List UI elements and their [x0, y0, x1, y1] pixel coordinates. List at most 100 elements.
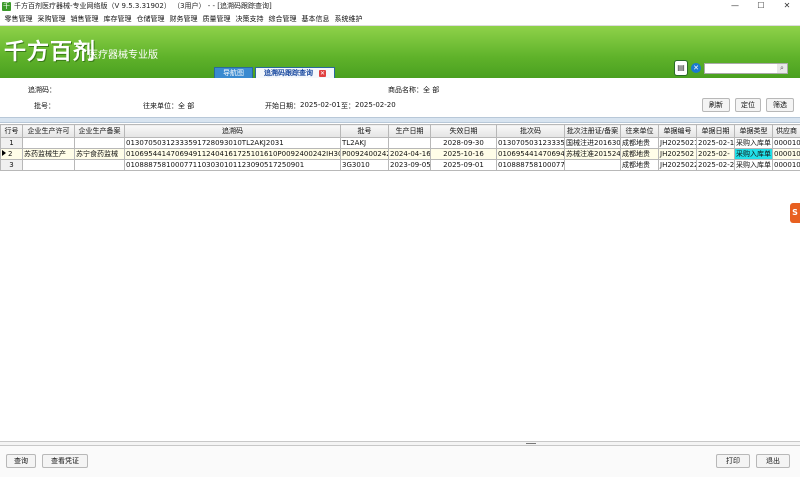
col-header-doc-date[interactable]: 单据日期 — [696, 124, 735, 138]
menu-decision[interactable]: 决策支持 — [233, 12, 266, 26]
cell-row-no: 2 — [0, 148, 23, 160]
cell-doc-no: JH2025022 — [658, 159, 697, 171]
col-header-registration[interactable]: 批次注册证/备案 — [564, 124, 621, 138]
cell-row-no: 3 — [0, 159, 23, 171]
col-header-supplier[interactable]: 供应商 — [772, 124, 800, 138]
query-button[interactable]: 查询 — [6, 454, 36, 468]
search-input[interactable] — [705, 63, 777, 73]
brand-logo: 千方百剂 — [4, 39, 97, 65]
start-date-label: 开始日期： — [265, 102, 300, 110]
menu-retail[interactable]: 零售管理 — [2, 12, 35, 26]
col-header-production-license[interactable]: 企业生产许可 — [22, 124, 75, 138]
side-float-badge[interactable]: S — [790, 203, 800, 223]
clear-icon[interactable]: ✕ — [691, 63, 701, 73]
cell-supplier: 0000100 — [772, 159, 800, 171]
cell-batch-code: 0106954414706949 — [496, 148, 565, 160]
cell-trace-code: 01307050312333591728093010TL2AKJ2031 — [124, 137, 341, 149]
col-header-row-no[interactable]: 行号 — [0, 124, 23, 138]
cell-registration: 苏械注准2015240 — [564, 148, 621, 160]
menu-warehouse[interactable]: 仓储管理 — [134, 12, 167, 26]
tab-trace-code-query[interactable]: 追溯码跟踪查询 ✕ — [255, 67, 335, 78]
menu-sales[interactable]: 销售管理 — [68, 12, 101, 26]
table-row[interactable]: 1 01307050312333591728093010TL2AKJ2031 T… — [0, 137, 800, 149]
cell-doc-date: 2025-02- — [696, 148, 735, 160]
cell-production-record: 苏宁食药监械 — [74, 148, 125, 160]
cell-doc-date: 2025-02-20 — [696, 159, 735, 171]
search-icon[interactable]: ⌕ — [777, 63, 787, 73]
cell-doc-no: JH202502 — [658, 148, 697, 160]
menu-basic-info[interactable]: 基本信息 — [299, 12, 332, 26]
cell-expiry-date: 2025-10-16 — [430, 148, 497, 160]
locate-button[interactable]: 定位 — [735, 98, 761, 112]
menu-integrated[interactable]: 综合管理 — [266, 12, 299, 26]
close-tab-icon[interactable]: ✕ — [319, 69, 326, 77]
cell-batch: 3G3010 — [340, 159, 389, 171]
table-row-selected[interactable]: 2 苏药监械生产 苏宁食药监械 010695441470694911240416… — [0, 148, 800, 160]
start-date-value[interactable]: 2025-02-01 — [300, 101, 341, 109]
menu-finance[interactable]: 财务管理 — [167, 12, 200, 26]
filter-panel: 追溯码： 商品名称： 全 部 批号： 往来单位： 全 部 开始日期： 2025-… — [0, 80, 800, 117]
col-header-doc-type[interactable]: 单据类型 — [734, 124, 773, 138]
current-row-arrow-icon — [2, 150, 6, 156]
document-icon[interactable]: ▤ — [674, 60, 688, 76]
footer-toolbar: 查询 查看凭证 打印 退出 — [0, 446, 800, 477]
partner-value[interactable]: 全 部 — [178, 101, 194, 111]
col-header-expiry-date[interactable]: 失效日期 — [430, 124, 497, 138]
view-voucher-button[interactable]: 查看凭证 — [42, 454, 88, 468]
tab-navigation-map[interactable]: 导航图 — [214, 67, 253, 78]
col-header-batch-code[interactable]: 批次码 — [496, 124, 565, 138]
cell-doc-no: JH20250219 — [658, 137, 697, 149]
refresh-button[interactable]: 刷新 — [702, 98, 730, 112]
end-date-value[interactable]: 2025-02-20 — [355, 101, 396, 109]
splitter-grip-icon[interactable] — [526, 443, 536, 445]
filter-button[interactable]: 筛选 — [766, 98, 794, 112]
table-row[interactable]: 3 01088875810007711030301011230905172509… — [0, 159, 800, 171]
grid-header-row: 行号 企业生产许可 企业生产备案 追溯码 批号 生产日期 失效日期 批次码 批次… — [0, 124, 800, 138]
col-header-doc-no[interactable]: 单据编号 — [658, 124, 697, 138]
cell-production-license: 苏药监械生产 — [22, 148, 75, 160]
tab-strip: 导航图 追溯码跟踪查询 ✕ — [214, 67, 337, 78]
product-subtitle: 医疗器械专业版 — [88, 50, 158, 61]
minimize-button[interactable]: — — [722, 0, 748, 12]
cell-supplier: 0000100 — [772, 137, 800, 149]
cell-registration — [564, 159, 621, 171]
menu-inventory[interactable]: 库存管理 — [101, 12, 134, 26]
banner-tools: ▤ ✕ ⌕ — [674, 60, 788, 76]
col-header-production-record[interactable]: 企业生产备案 — [74, 124, 125, 138]
window-title: 千方百剂医疗器械-专业网络版（V 9.5.3.31902） （3用户） - - … — [14, 2, 272, 10]
col-header-batch[interactable]: 批号 — [340, 124, 389, 138]
col-header-trace-code[interactable]: 追溯码 — [124, 124, 341, 138]
banner: 千方百剂 医疗器械专业版 导航图 追溯码跟踪查询 ✕ ▤ ✕ ⌕ — [0, 26, 800, 78]
cell-production-record — [74, 137, 125, 149]
product-name-value[interactable]: 全 部 — [423, 85, 439, 95]
close-window-button[interactable]: ✕ — [774, 0, 800, 12]
cell-batch-code: 0130705031233359 1 — [496, 137, 565, 149]
cell-expiry-date: 2025-09-01 — [430, 159, 497, 171]
product-name-label: 商品名称： — [388, 86, 423, 94]
print-button[interactable]: 打印 — [716, 454, 750, 468]
cell-production-license — [22, 159, 75, 171]
menu-system[interactable]: 系统维护 — [332, 12, 365, 26]
to-label: 至： — [341, 102, 355, 110]
partner-label: 往来单位： — [143, 102, 178, 110]
cell-doc-type: 采购入库单 — [734, 137, 773, 149]
cell-doc-type-highlighted[interactable]: 采购入库单 — [734, 148, 773, 160]
cell-partner: 成都地贵 — [620, 159, 659, 171]
panel-splitter[interactable] — [0, 117, 800, 123]
menu-quality[interactable]: 质量管理 — [200, 12, 233, 26]
maximize-button[interactable]: ☐ — [748, 0, 774, 12]
batch-code-text: 0130705031233359 — [498, 139, 565, 147]
cell-production-date — [388, 137, 431, 149]
search-box: ⌕ — [704, 62, 788, 74]
cell-production-date: 2023-09-05 — [388, 159, 431, 171]
col-header-production-date[interactable]: 生产日期 — [388, 124, 431, 138]
col-header-partner[interactable]: 往来单位 — [620, 124, 659, 138]
batch-label: 批号： — [34, 102, 55, 110]
exit-button[interactable]: 退出 — [756, 454, 790, 468]
tab-trace-code-query-label: 追溯码跟踪查询 — [264, 68, 313, 77]
menu-purchase[interactable]: 采购管理 — [35, 12, 68, 26]
menu-bar: 零售管理 采购管理 销售管理 库存管理 仓储管理 财务管理 质量管理 决策支持 … — [0, 12, 800, 26]
trace-code-grid: 行号 企业生产许可 企业生产备案 追溯码 批号 生产日期 失效日期 批次码 批次… — [0, 124, 800, 441]
cell-partner: 成都地贵 — [620, 148, 659, 160]
cell-production-license — [22, 137, 75, 149]
